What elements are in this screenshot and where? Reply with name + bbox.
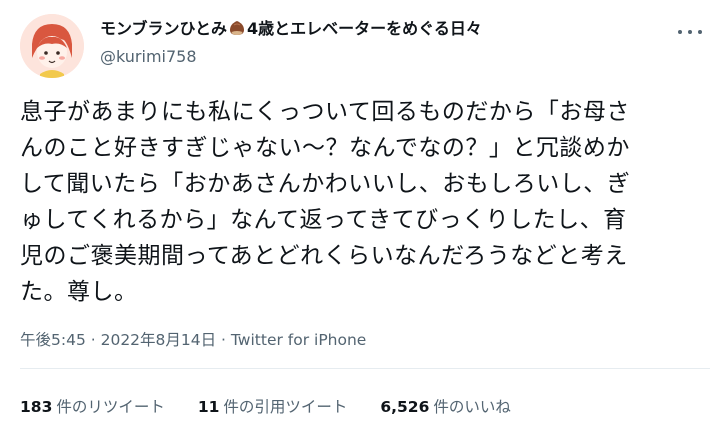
retweets-stat[interactable]: 183 件のリツイート <box>20 395 165 417</box>
tweet-source[interactable]: Twitter for iPhone <box>231 331 366 349</box>
user-handle[interactable]: @kurimi758 <box>100 46 482 68</box>
display-name-part2: 4歳とエレベーターをめぐる日々 <box>247 19 482 38</box>
tweet-stats: 183 件のリツイート 11 件の引用ツイート 6,526 件のいいね <box>20 395 539 417</box>
display-name-part1: モンブランひとみ <box>100 19 228 38</box>
tweet-meta: 午後5:45 · 2022年8月14日 · Twitter for iPhone <box>20 328 366 350</box>
avatar[interactable] <box>20 14 84 78</box>
retweets-count: 183 <box>20 398 53 416</box>
divider <box>20 368 710 369</box>
display-name[interactable]: モンブランひとみ 4歳とエレベーターをめぐる日々 <box>100 18 482 40</box>
tweet-text: 息子があまりにも私にくっついて回るものだから「お母さ んのこと好きすぎじゃない〜… <box>20 99 631 305</box>
meta-separator: · <box>85 331 101 349</box>
likes-stat[interactable]: 6,526 件のいいね <box>380 395 511 417</box>
likes-count: 6,526 <box>380 398 430 416</box>
retweets-label: 件のリツイート <box>56 398 165 416</box>
avatar-girl-icon <box>20 14 84 78</box>
quotes-label: 件の引用ツイート <box>223 398 348 416</box>
tweet-time[interactable]: 午後5:45 <box>20 331 86 349</box>
likes-label: 件のいいね <box>433 398 511 416</box>
tweet-date[interactable]: 2022年8月14日 <box>101 331 217 349</box>
chestnut-icon <box>228 20 246 36</box>
meta-separator: · <box>216 331 231 349</box>
tweet-card: モンブランひとみ 4歳とエレベーターをめぐる日々 @kurimi758 息子があま… <box>0 0 720 428</box>
quotes-stat[interactable]: 11 件の引用ツイート <box>198 395 348 417</box>
more-options-icon[interactable] <box>678 26 702 38</box>
tweet-header: モンブランひとみ 4歳とエレベーターをめぐる日々 @kurimi758 <box>20 14 710 84</box>
quotes-count: 11 <box>197 398 220 416</box>
user-name-block: モンブランひとみ 4歳とエレベーターをめぐる日々 @kurimi758 <box>100 18 482 68</box>
